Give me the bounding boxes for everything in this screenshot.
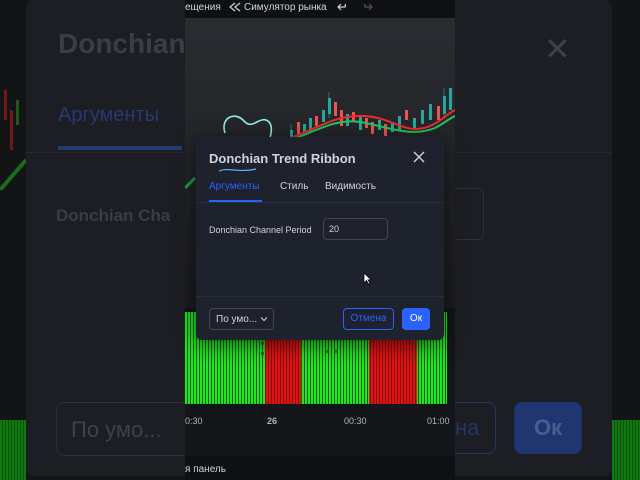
- bottom-panel-bar: я панель: [185, 456, 455, 480]
- bottom-panel-tab[interactable]: я панель: [185, 464, 226, 475]
- background-tab-underline: [58, 146, 182, 150]
- background-preset: По умо...: [56, 402, 196, 456]
- dialog-tabs: Аргументы Стиль Видимость: [196, 181, 444, 203]
- tab-style[interactable]: Стиль: [280, 181, 308, 192]
- mouse-cursor-icon: [363, 272, 372, 285]
- market-simulator-button[interactable]: Симулятор рынка: [244, 2, 327, 13]
- defaults-dropdown-label: По умо...: [216, 314, 258, 325]
- redo-icon[interactable]: [361, 2, 373, 15]
- background-ribbon-right: [612, 420, 640, 480]
- background-title: Donchian: [58, 28, 186, 59]
- background-tab: Аргументы: [58, 104, 159, 126]
- time-label: 00:30: [344, 416, 367, 426]
- defaults-dropdown[interactable]: По умо...: [209, 308, 274, 330]
- top-toolbar: ещения Симулятор рынка: [185, 0, 455, 18]
- background-field-label: Donchian Cha: [56, 206, 171, 225]
- rewind-icon[interactable]: [229, 2, 241, 15]
- ok-button[interactable]: Ок: [402, 308, 430, 330]
- active-tab-underline: [209, 200, 262, 202]
- time-axis[interactable]: 0:30 26 00:30 01:00: [185, 404, 455, 436]
- channel-period-input[interactable]: [323, 218, 388, 240]
- footer-divider: [196, 296, 444, 297]
- toolbar-item-partial[interactable]: ещения: [185, 2, 221, 13]
- cancel-button[interactable]: Отмена: [343, 308, 394, 330]
- background-ribbon-left: [0, 420, 26, 480]
- time-label: 26: [267, 416, 278, 426]
- time-label: 01:00: [427, 416, 450, 426]
- background-ok: Ок: [514, 402, 582, 454]
- tab-visibility[interactable]: Видимость: [325, 181, 376, 192]
- time-label: 0:30: [185, 416, 203, 426]
- background-close-icon: ✕: [544, 31, 571, 67]
- close-icon[interactable]: [412, 150, 428, 166]
- indicator-settings-dialog: Donchian Trend Ribbon Аргументы Стиль Ви…: [196, 137, 444, 340]
- channel-period-label: Donchian Channel Period: [209, 225, 312, 235]
- tab-arguments[interactable]: Аргументы: [209, 181, 260, 192]
- background-candles: [0, 90, 26, 190]
- undo-icon[interactable]: [337, 2, 349, 15]
- chevron-down-icon: [260, 315, 268, 323]
- annotation-squiggle: [218, 168, 257, 172]
- dialog-title: Donchian Trend Ribbon: [209, 151, 356, 166]
